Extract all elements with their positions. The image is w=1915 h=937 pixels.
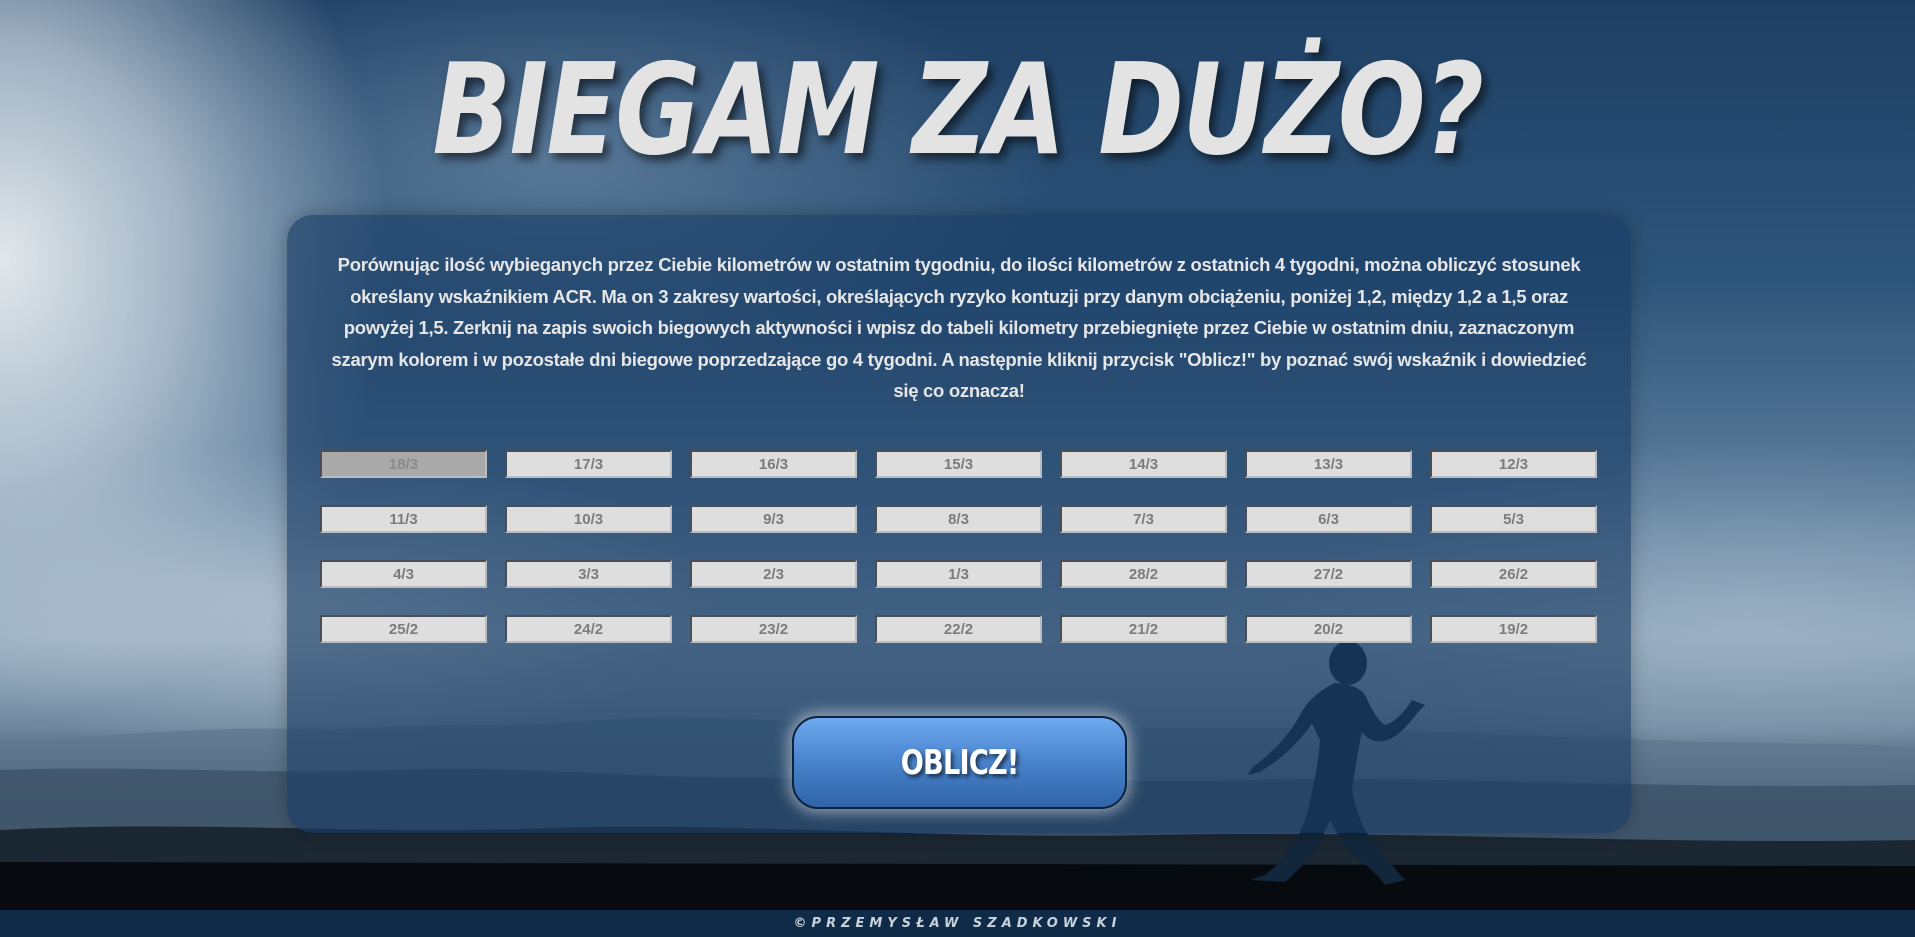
- day-input[interactable]: [690, 450, 857, 478]
- day-input-today[interactable]: [320, 450, 487, 478]
- calculate-button-label: OBLICZ!: [900, 742, 1020, 783]
- day-input[interactable]: [875, 560, 1042, 588]
- day-input[interactable]: [1245, 615, 1412, 643]
- days-grid: [320, 450, 1600, 643]
- day-input[interactable]: [320, 560, 487, 588]
- day-input[interactable]: [1060, 505, 1227, 533]
- calculate-button[interactable]: OBLICZ!: [792, 716, 1127, 809]
- day-input[interactable]: [1430, 450, 1597, 478]
- day-input[interactable]: [1060, 450, 1227, 478]
- day-input[interactable]: [875, 450, 1042, 478]
- day-input[interactable]: [320, 615, 487, 643]
- day-input[interactable]: [1060, 560, 1227, 588]
- day-input[interactable]: [875, 505, 1042, 533]
- day-input[interactable]: [505, 450, 672, 478]
- day-input[interactable]: [505, 615, 672, 643]
- day-input[interactable]: [1430, 560, 1597, 588]
- footer-credit: ©PRZEMYSŁAW SZADKOWSKI: [793, 916, 1122, 931]
- day-input[interactable]: [505, 560, 672, 588]
- day-input[interactable]: [1245, 560, 1412, 588]
- day-input[interactable]: [505, 505, 672, 533]
- day-input[interactable]: [690, 615, 857, 643]
- day-input[interactable]: [690, 560, 857, 588]
- calculator-panel: Porównując ilość wybieganych przez Ciebi…: [287, 215, 1631, 833]
- footer: ©PRZEMYSŁAW SZADKOWSKI: [0, 910, 1915, 937]
- day-input[interactable]: [1245, 450, 1412, 478]
- day-input[interactable]: [1430, 615, 1597, 643]
- day-input[interactable]: [690, 505, 857, 533]
- intro-text: Porównując ilość wybieganych przez Ciebi…: [331, 254, 1587, 401]
- day-input[interactable]: [875, 615, 1042, 643]
- page-title: BIEGAM ZA DUŻO?: [432, 36, 1484, 183]
- day-input[interactable]: [1060, 615, 1227, 643]
- day-input[interactable]: [1245, 505, 1412, 533]
- day-input[interactable]: [320, 505, 487, 533]
- day-input[interactable]: [1430, 505, 1597, 533]
